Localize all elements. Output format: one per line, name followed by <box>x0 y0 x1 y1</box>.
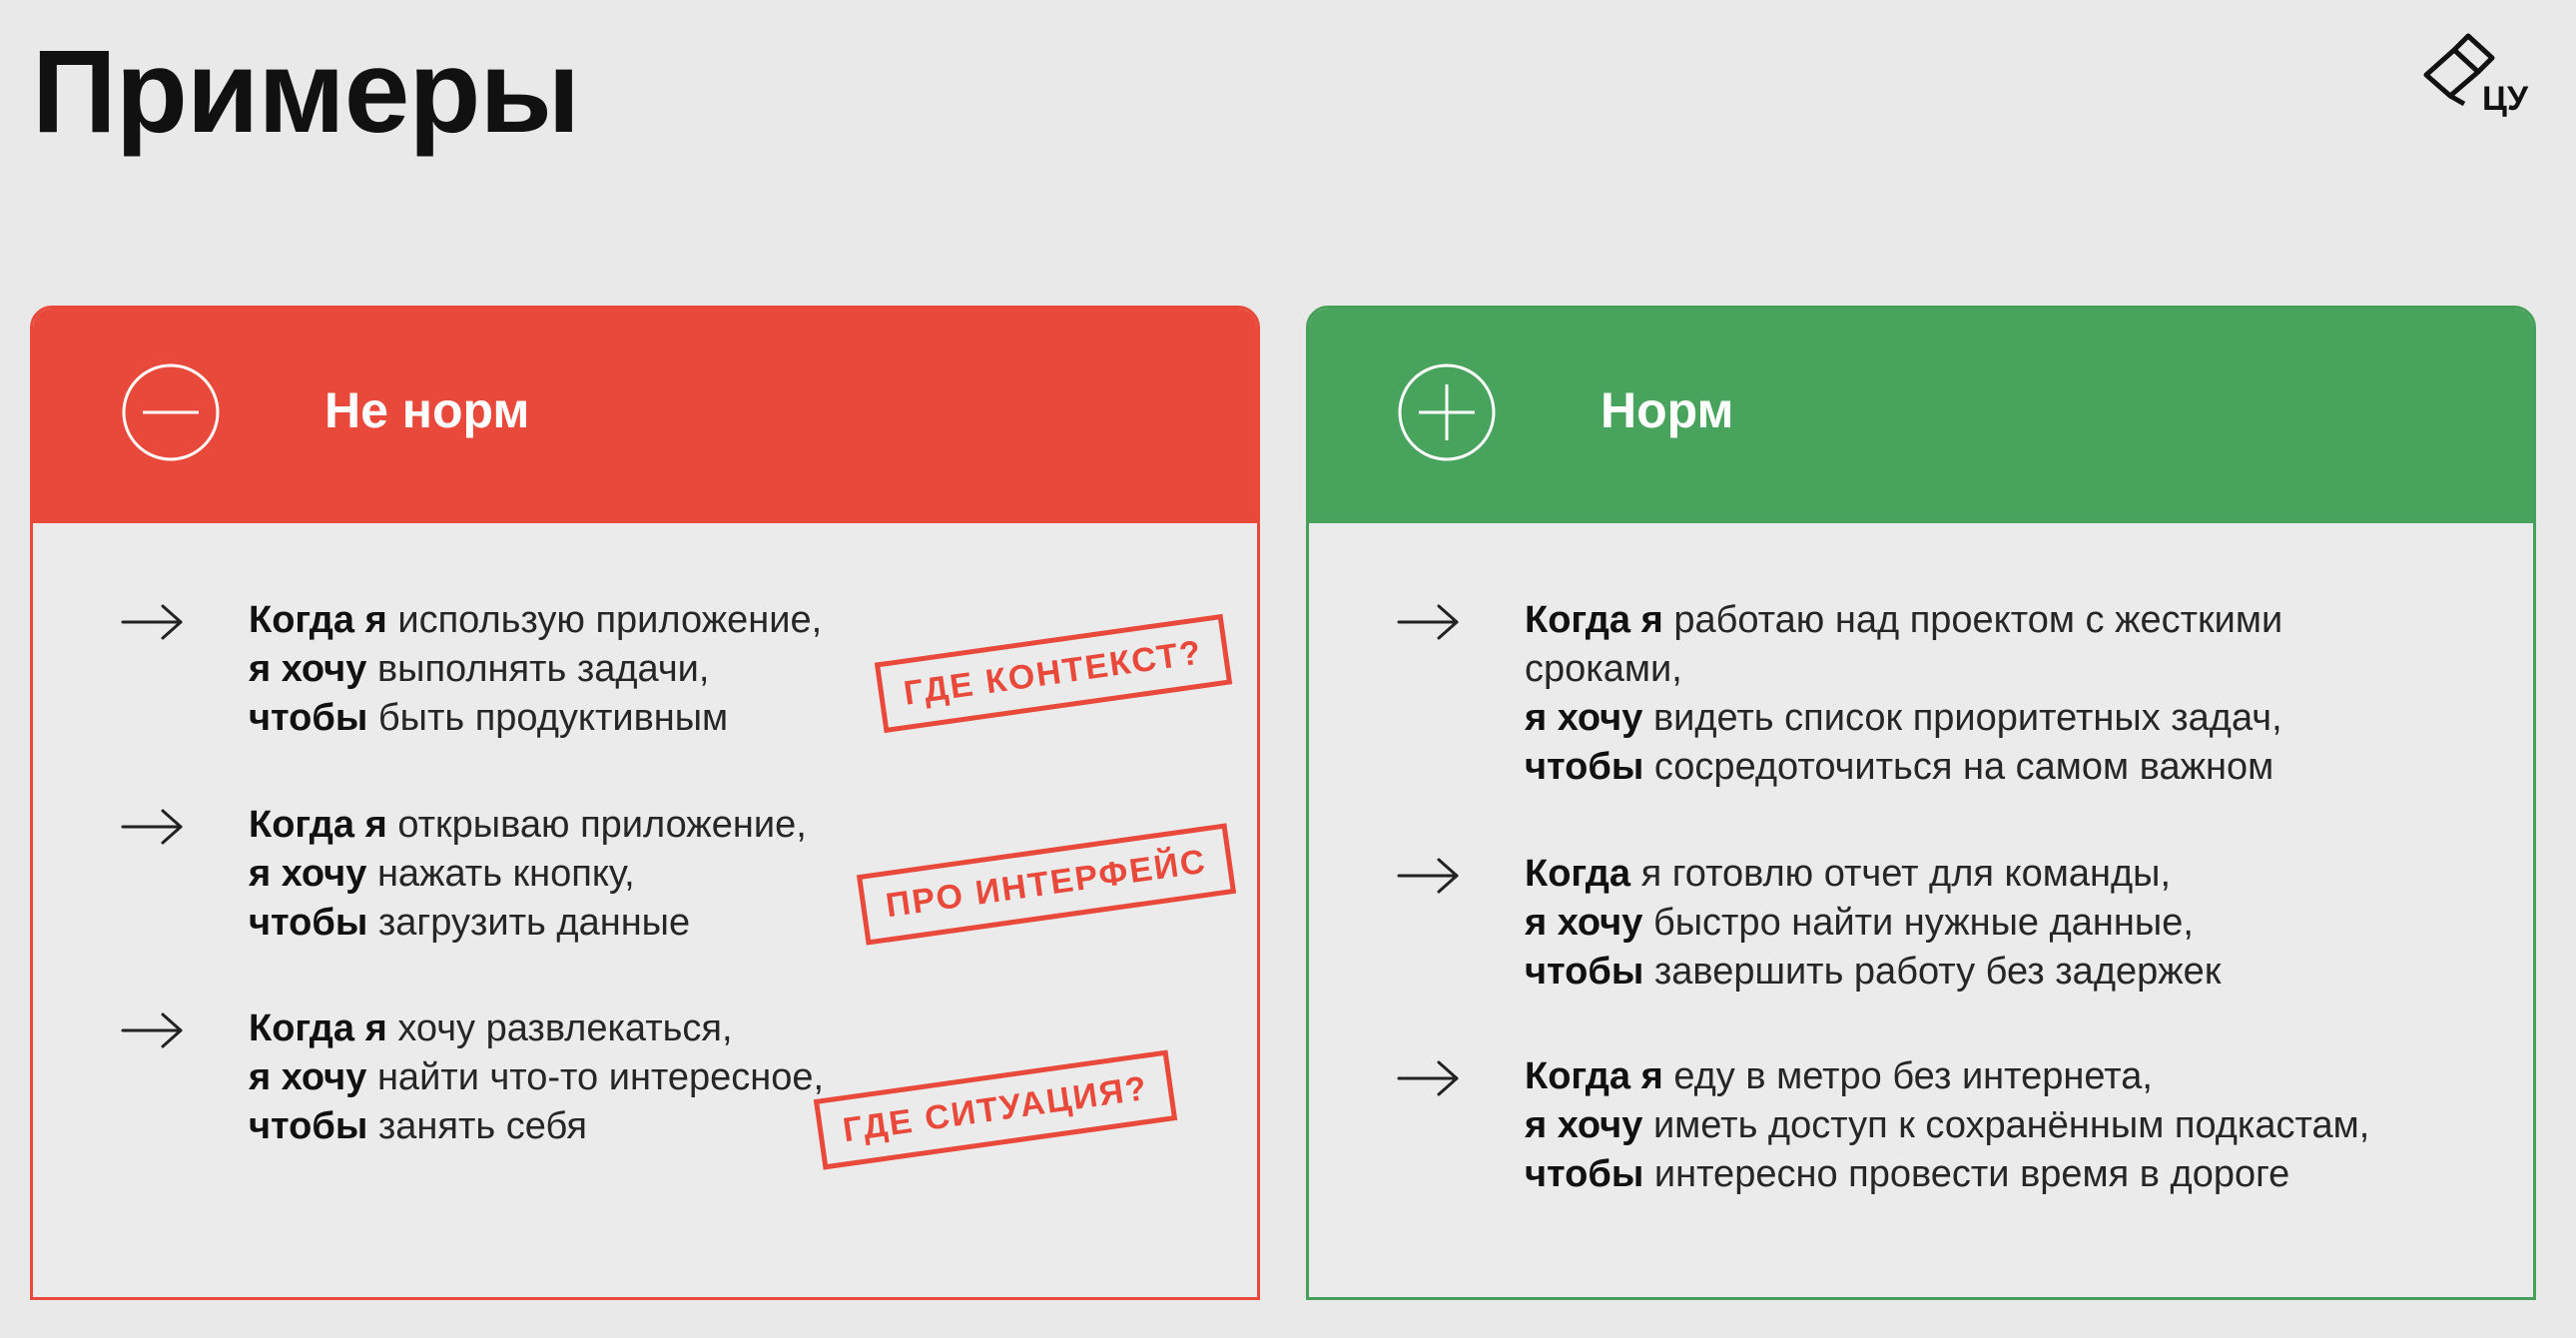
example-statement: Когда я открываю приложение, я хочу нажат… <box>249 801 807 948</box>
good-panel-header: Норм <box>1309 309 2533 523</box>
statement-line: чтобы интересно провести время в дороге <box>1525 1150 2493 1199</box>
statement-line: чтобы занять себя <box>249 1102 824 1151</box>
statement-line: я хочу выполнять задачи, <box>249 645 822 694</box>
statement-text: нажать кнопку, <box>366 853 635 895</box>
statement-line: Когда я работаю над проектом с жесткими <box>1525 596 2493 645</box>
statement-keyword: Когда я <box>249 1007 387 1049</box>
statement-keyword: я хочу <box>249 1056 367 1098</box>
svg-text:ЦУ: ЦУ <box>2482 80 2529 118</box>
statement-keyword: Когда я <box>249 804 387 846</box>
statement-line: я хочу найти что-то интересное, <box>249 1053 824 1102</box>
statement-text: работаю над проектом с жесткими <box>1662 599 2283 641</box>
statement-line: чтобы завершить работу без задержек <box>1525 948 2493 997</box>
statement-text: открываю приложение, <box>386 804 807 846</box>
statement-text: выполнять задачи, <box>366 648 710 690</box>
page-title: Примеры <box>32 26 580 158</box>
statement-line: я хочу нажать кнопку, <box>249 850 807 899</box>
arrow-right-icon <box>1397 856 1461 896</box>
statement-line: чтобы загрузить данные <box>249 899 807 948</box>
statement-line: Когда я использую приложение, <box>249 596 822 645</box>
bad-panel-title: Не норм <box>324 382 530 438</box>
statement-line: я хочу быстро найти нужные данные, <box>1525 899 2493 948</box>
arrow-right-icon <box>1397 1058 1461 1098</box>
statement-text: быстро найти нужные данные, <box>1642 902 2194 944</box>
arrow-right-icon <box>121 807 185 847</box>
statement-line: Когда я хочу развлекаться, <box>249 1004 824 1053</box>
cu-logo: ЦУ <box>2416 30 2546 120</box>
statement-keyword: Когда я <box>1525 1055 1663 1097</box>
statement-text: сосредоточиться на самом важном <box>1643 746 2274 788</box>
example-statement: Когда я готовлю отчет для команды, я хочу… <box>1525 850 2493 997</box>
statement-keyword: я хочу <box>1525 902 1643 944</box>
statement-text: иметь доступ к сохранённым подкастам, <box>1642 1104 2370 1146</box>
statement-text: занять себя <box>367 1105 587 1147</box>
good-examples-panel: Норм Когда я работаю над проектом с жест… <box>1306 306 2536 1300</box>
example-statement: Когда я еду в метро без интернета, я хочу… <box>1525 1052 2493 1199</box>
statement-text: использую приложение, <box>386 599 823 641</box>
bad-examples-panel: Не норм Когда я использую приложение, я х… <box>30 306 1260 1300</box>
example-statement: Когда я использую приложение, я хочу выпо… <box>249 596 822 743</box>
statement-line: я хочу иметь доступ к сохранённым подкас… <box>1525 1101 2493 1150</box>
statement-line: Когда я еду в метро без интернета, <box>1525 1052 2493 1101</box>
critique-stamp: ГДЕ КОНТЕКСТ? <box>874 613 1232 733</box>
statement-text: интересно провести время в дороге <box>1643 1153 2290 1195</box>
statement-keyword: чтобы <box>249 697 368 739</box>
statement-keyword: Когда <box>1525 853 1631 895</box>
statement-keyword: чтобы <box>1525 1153 1644 1195</box>
critique-stamp: ПРО ИНТЕРФЕЙС <box>856 823 1237 946</box>
statement-text: сроками, <box>1525 648 1682 690</box>
statement-line: я хочу видеть список приоритетных задач, <box>1525 694 2493 743</box>
statement-keyword: чтобы <box>1525 951 1644 993</box>
example-statement: Когда я работаю над проектом с жесткими с… <box>1525 596 2493 792</box>
statement-keyword: Когда я <box>1525 599 1663 641</box>
statement-line: чтобы быть продуктивным <box>249 694 822 743</box>
statement-keyword: я хочу <box>249 853 367 895</box>
statement-line: Когда я готовлю отчет для команды, <box>1525 850 2493 899</box>
statement-keyword: чтобы <box>249 902 368 944</box>
statement-text: я готовлю отчет для команды, <box>1630 853 2172 895</box>
statement-keyword: Когда я <box>249 599 387 641</box>
bad-examples-list: Когда я использую приложение, я хочу выпо… <box>33 523 1257 1297</box>
statement-keyword: я хочу <box>1525 697 1643 739</box>
arrow-right-icon <box>121 602 185 642</box>
statement-keyword: чтобы <box>1525 746 1644 788</box>
critique-stamp: ГДЕ СИТУАЦИЯ? <box>813 1049 1178 1170</box>
arrow-right-icon <box>121 1010 185 1050</box>
good-examples-list: Когда я работаю над проектом с жесткими с… <box>1309 523 2533 1297</box>
statement-text: видеть список приоритетных задач, <box>1642 697 2282 739</box>
statement-line: сроками, <box>1525 645 2493 694</box>
good-panel-title: Норм <box>1601 382 1734 438</box>
minus-circle-icon <box>121 362 221 462</box>
statement-line: Когда я открываю приложение, <box>249 801 807 850</box>
arrow-right-icon <box>1397 602 1461 642</box>
statement-text: завершить работу без задержек <box>1643 951 2222 993</box>
statement-text: быть продуктивным <box>367 697 729 739</box>
bad-panel-header: Не норм <box>33 309 1257 523</box>
statement-keyword: чтобы <box>249 1105 368 1147</box>
statement-text: еду в метро без интернета, <box>1662 1055 2153 1097</box>
statement-text: загрузить данные <box>367 902 691 944</box>
statement-keyword: я хочу <box>1525 1104 1643 1146</box>
statement-line: чтобы сосредоточиться на самом важном <box>1525 743 2493 792</box>
statement-text: хочу развлекаться, <box>386 1007 733 1049</box>
statement-text: найти что-то интересное, <box>366 1056 825 1098</box>
example-statement: Когда я хочу развлекаться, я хочу найти ч… <box>249 1004 824 1151</box>
plus-circle-icon <box>1397 362 1497 462</box>
statement-keyword: я хочу <box>249 648 367 690</box>
